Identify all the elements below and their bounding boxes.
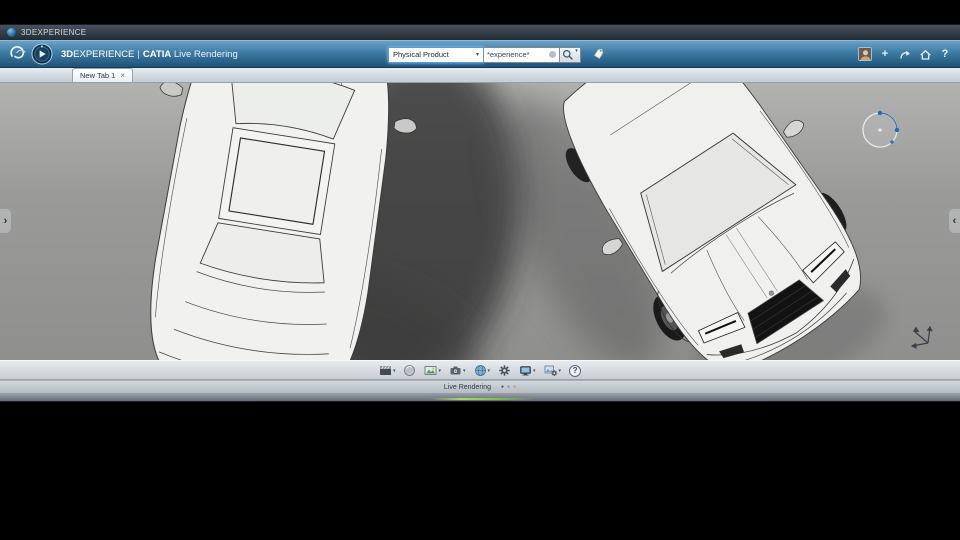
tab-bar: New Tab 1 × (0, 68, 960, 83)
brand-app: CATIA (142, 48, 172, 60)
chevron-down-icon: ▾ (438, 367, 441, 374)
home-icon (919, 49, 931, 60)
tab-label: New Tab 1 (80, 71, 116, 80)
gear-icon (499, 365, 510, 376)
globe-icon (474, 365, 486, 376)
add-content-button[interactable]: + (878, 47, 892, 61)
desktop-background: 3DEXPERIENCE 3DEXPERIENCE | CATIA Live Ren… (0, 0, 960, 540)
robot-manipulator[interactable] (862, 110, 900, 148)
display-output-button[interactable]: ▾ (518, 363, 537, 379)
image-capture-button[interactable]: ▾ (423, 363, 442, 379)
search-icon (563, 49, 574, 60)
help-button[interactable]: ? (938, 47, 952, 61)
status-label: Live Rendering (443, 383, 491, 391)
home-button[interactable] (918, 47, 932, 61)
monitor-icon (520, 366, 531, 376)
help-icon: ? (569, 364, 582, 377)
3dcompass-button[interactable] (31, 43, 53, 65)
3ds-logo-icon (8, 44, 28, 65)
brand-experience: EXPERIENCE (73, 48, 135, 60)
camera-icon (450, 366, 461, 375)
page-dots[interactable]: ● ● ● (501, 384, 516, 390)
axis-triad-icon (910, 325, 933, 349)
image-gear-icon (544, 365, 557, 376)
share-arrow-icon (899, 50, 910, 59)
search-scope-dropdown[interactable]: Physical Product ▾ (388, 46, 484, 63)
plus-icon: + (881, 48, 889, 60)
question-icon: ? (941, 48, 949, 60)
search-scope-value: Physical Product (393, 50, 449, 59)
chevron-down-icon: ▾ (475, 52, 479, 58)
clear-search-icon[interactable] (549, 51, 556, 58)
image-icon (425, 366, 437, 375)
user-avatar[interactable] (858, 47, 872, 61)
tags-button[interactable] (590, 46, 607, 63)
batch-render-button[interactable]: ▾ (543, 363, 563, 379)
expand-right-panel-chevron[interactable]: ‹ (949, 209, 960, 233)
search-bar: Physical Product ▾ *experience* ▾ (388, 46, 607, 63)
tab-new-tab-1[interactable]: New Tab 1 × (72, 68, 133, 82)
chevron-down-icon: ▾ (533, 367, 536, 374)
main-header: 3DEXPERIENCE | CATIA Live Rendering Physic… (0, 40, 960, 68)
dot[interactable]: ● (507, 384, 510, 390)
status-bar: Live Rendering ● ● ● (0, 380, 960, 393)
3d-viewport[interactable]: › ‹ (0, 83, 960, 360)
render-settings-button[interactable] (497, 363, 512, 379)
window-title: 3DEXPERIENCE (21, 28, 87, 37)
material-sphere-button[interactable] (402, 363, 417, 379)
render-media-button[interactable]: ▾ (378, 363, 397, 379)
app-compass-icon (7, 28, 16, 37)
header-actions: + ? (858, 47, 952, 61)
material-sphere-icon (404, 365, 416, 376)
brand-divider: | (137, 48, 140, 60)
tag-icon (593, 47, 604, 60)
progress-glow (430, 398, 534, 400)
chevron-down-icon: ▾ (558, 367, 562, 374)
close-tab-icon[interactable]: × (120, 71, 125, 80)
dot-active[interactable]: ● (501, 384, 504, 390)
title-bar[interactable]: 3DEXPERIENCE (0, 25, 960, 40)
app-brand-title: 3DEXPERIENCE | CATIA Live Rendering (61, 49, 238, 60)
chevron-down-icon: ▾ (392, 367, 396, 374)
expand-left-panel-chevron[interactable]: › (0, 209, 11, 233)
action-bar: ▾ ▾ ▾ ▾ ▾ ▾ ? (0, 360, 960, 380)
search-button[interactable]: ▾ (560, 46, 581, 63)
search-input[interactable]: *experience* (484, 46, 560, 63)
chevron-down-icon: ▾ (575, 48, 578, 54)
rendered-scene (150, 83, 933, 360)
window-bottom-edge (0, 393, 960, 401)
app-window: 3DEXPERIENCE 3DEXPERIENCE | CATIA Live Ren… (0, 25, 960, 401)
share-button[interactable] (898, 47, 912, 61)
chevron-down-icon: ▾ (487, 367, 491, 374)
chevron-down-icon: ▾ (462, 367, 466, 374)
search-query-text: *experience* (487, 50, 530, 59)
environment-button[interactable]: ▾ (473, 363, 492, 379)
dot[interactable]: ● (513, 384, 516, 390)
camera-button[interactable]: ▾ (448, 363, 467, 379)
toolbar-help-button[interactable]: ? (568, 363, 582, 379)
render-media-icon (379, 365, 391, 375)
brand-3d: 3D (61, 48, 74, 60)
brand-module: Live Rendering (173, 48, 238, 60)
